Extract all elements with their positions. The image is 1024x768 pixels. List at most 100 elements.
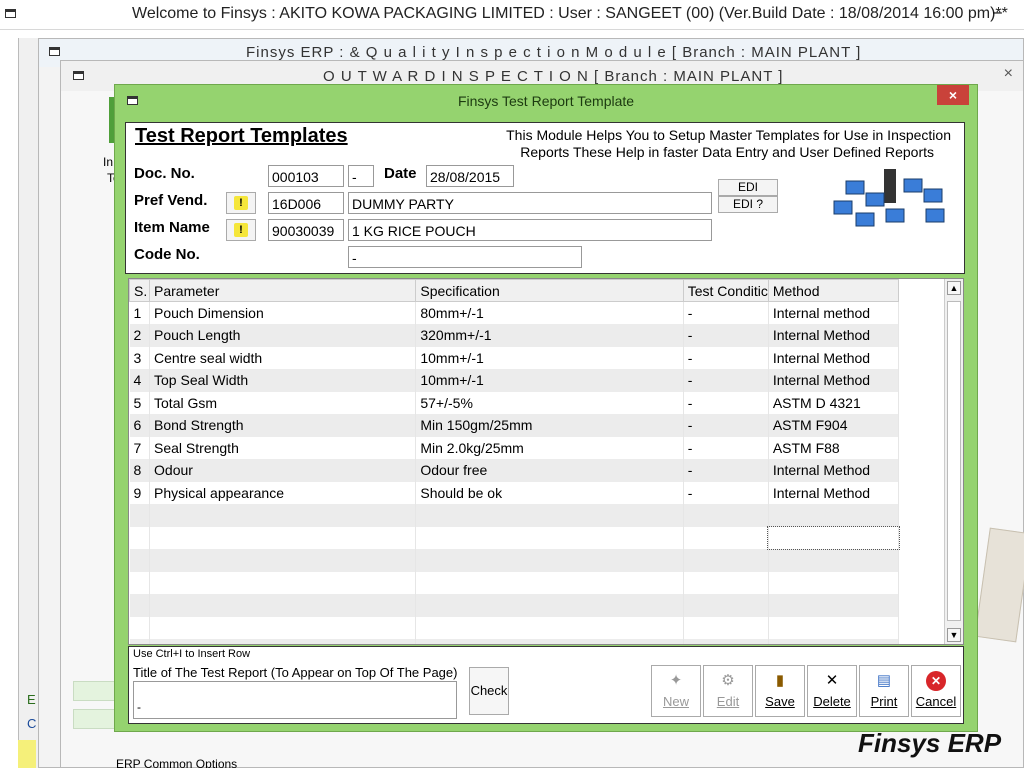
table-cell[interactable]: - <box>683 459 769 482</box>
window-icon[interactable] <box>49 47 60 56</box>
parameters-grid[interactable]: S. Parameter Specification Test Conditic… <box>128 278 964 645</box>
table-cell[interactable]: 5 <box>129 391 151 414</box>
table-cell[interactable] <box>683 616 769 639</box>
grid-scrollbar[interactable]: ▲ ▼ <box>944 279 963 644</box>
outward-close-button[interactable]: × <box>1004 65 1013 83</box>
table-row[interactable] <box>129 594 900 617</box>
table-cell[interactable]: 3 <box>129 346 151 369</box>
table-cell[interactable] <box>767 525 900 550</box>
table-cell[interactable]: - <box>683 391 769 414</box>
col-header-specification[interactable]: Specification <box>415 279 684 302</box>
save-button[interactable]: ▮ Save <box>755 665 805 717</box>
table-cell[interactable] <box>768 504 900 527</box>
table-cell[interactable]: - <box>683 369 769 392</box>
table-row[interactable]: 2 Pouch Length 320mm+/-1- Internal Method <box>129 324 900 347</box>
table-cell[interactable]: 7 <box>129 436 151 459</box>
table-cell[interactable]: 80mm+/-1 <box>415 301 684 324</box>
table-cell[interactable] <box>683 504 769 527</box>
table-cell[interactable]: 320mm+/-1 <box>415 324 684 347</box>
table-row[interactable] <box>129 525 900 550</box>
table-cell[interactable]: ASTM D 4321 <box>768 391 900 414</box>
table-cell[interactable]: - <box>683 324 769 347</box>
table-cell[interactable] <box>683 594 769 617</box>
edit-button[interactable]: ⚙ Edit <box>703 665 753 717</box>
edi-query-button[interactable]: EDI ? <box>718 196 778 213</box>
table-cell[interactable] <box>129 571 151 594</box>
table-row[interactable]: 3 Centre seal width 10mm+/-1- Internal Meth… <box>129 346 900 369</box>
col-header-method[interactable]: Method <box>767 279 900 302</box>
window-icon[interactable] <box>73 71 84 80</box>
item-lookup-button[interactable]: ! <box>226 219 256 241</box>
table-cell[interactable]: 6 <box>129 414 151 437</box>
table-cell[interactable]: 9 <box>129 481 151 504</box>
table-cell[interactable]: 1 <box>129 301 151 324</box>
table-row[interactable] <box>129 549 900 572</box>
table-cell[interactable]: 2 <box>129 324 151 347</box>
table-cell[interactable]: Centre seal width <box>149 346 417 369</box>
table-row[interactable]: 6 Bond Strength Min 150gm/25mm - ASTM F904 <box>129 414 900 437</box>
delete-button[interactable]: ✕ Delete <box>807 665 857 717</box>
scroll-up-arrow-icon[interactable]: ▲ <box>947 281 961 295</box>
table-cell[interactable]: Internal Method <box>768 481 900 504</box>
table-cell[interactable]: - <box>683 436 769 459</box>
table-cell[interactable] <box>768 594 900 617</box>
table-cell[interactable] <box>683 571 769 594</box>
table-cell[interactable]: 57+/-5% <box>415 391 684 414</box>
dialog-close-button[interactable]: × <box>937 85 969 105</box>
table-cell[interactable] <box>683 526 769 549</box>
vendor-lookup-button[interactable]: ! <box>226 192 256 214</box>
table-cell[interactable]: Seal Strength <box>149 436 417 459</box>
table-cell[interactable] <box>129 616 151 639</box>
table-cell[interactable] <box>129 504 151 527</box>
table-cell[interactable] <box>129 594 151 617</box>
code-no-field[interactable]: - <box>348 246 582 268</box>
table-cell[interactable]: 4 <box>129 369 151 392</box>
table-cell[interactable] <box>415 549 684 572</box>
table-row[interactable] <box>129 504 900 527</box>
table-cell[interactable]: Odour free <box>415 459 684 482</box>
table-cell[interactable] <box>129 526 151 549</box>
table-cell[interactable] <box>415 504 684 527</box>
edi-button[interactable]: EDI <box>718 179 778 196</box>
item-code-field[interactable]: 90030039 <box>268 219 344 241</box>
doc-no-field[interactable]: 000103 <box>268 165 344 187</box>
report-title-field[interactable]: - <box>133 681 457 719</box>
table-cell[interactable] <box>149 549 417 572</box>
table-cell[interactable]: - <box>683 481 769 504</box>
table-cell[interactable] <box>149 526 417 549</box>
vendor-code-field[interactable]: 16D006 <box>268 192 344 214</box>
table-row[interactable]: 7 Seal Strength Min 2.0kg/25mm - ASTM F88 <box>129 436 900 459</box>
col-header-test-condition[interactable]: Test Conditic <box>682 279 769 302</box>
table-cell[interactable]: Internal Method <box>768 369 900 392</box>
table-cell[interactable]: 10mm+/-1 <box>415 346 684 369</box>
table-row[interactable] <box>129 571 900 594</box>
table-cell[interactable]: Odour <box>149 459 417 482</box>
table-cell[interactable]: Total Gsm <box>149 391 417 414</box>
table-cell[interactable]: 10mm+/-1 <box>415 369 684 392</box>
table-cell[interactable] <box>149 594 417 617</box>
table-cell[interactable] <box>768 639 900 644</box>
table-row[interactable] <box>129 639 900 644</box>
table-cell[interactable]: Internal Method <box>768 459 900 482</box>
table-cell[interactable]: Physical appearance <box>149 481 417 504</box>
table-cell[interactable] <box>415 594 684 617</box>
table-cell[interactable] <box>683 549 769 572</box>
table-cell[interactable] <box>415 526 684 549</box>
col-header-sno[interactable]: S. <box>129 279 151 302</box>
table-cell[interactable] <box>768 549 900 572</box>
table-cell[interactable]: Pouch Length <box>149 324 417 347</box>
table-cell[interactable]: Internal Method <box>768 324 900 347</box>
table-row[interactable]: 9 Physical appearance Should be ok - Interna… <box>129 481 900 504</box>
table-cell[interactable] <box>768 616 900 639</box>
new-button[interactable]: ✦ New <box>651 665 701 717</box>
table-cell[interactable]: 8 <box>129 459 151 482</box>
table-cell[interactable]: ASTM F88 <box>768 436 900 459</box>
table-row[interactable]: 5 Total Gsm 57+/-5% - ASTM D 4321 <box>129 391 900 414</box>
table-cell[interactable]: Pouch Dimension <box>149 301 417 324</box>
table-cell[interactable] <box>149 616 417 639</box>
print-button[interactable]: ▤ Print <box>859 665 909 717</box>
table-row[interactable] <box>129 616 900 639</box>
item-name-field[interactable]: 1 KG RICE POUCH <box>348 219 712 241</box>
table-cell[interactable]: - <box>683 414 769 437</box>
scroll-down-arrow-icon[interactable]: ▼ <box>947 628 961 642</box>
